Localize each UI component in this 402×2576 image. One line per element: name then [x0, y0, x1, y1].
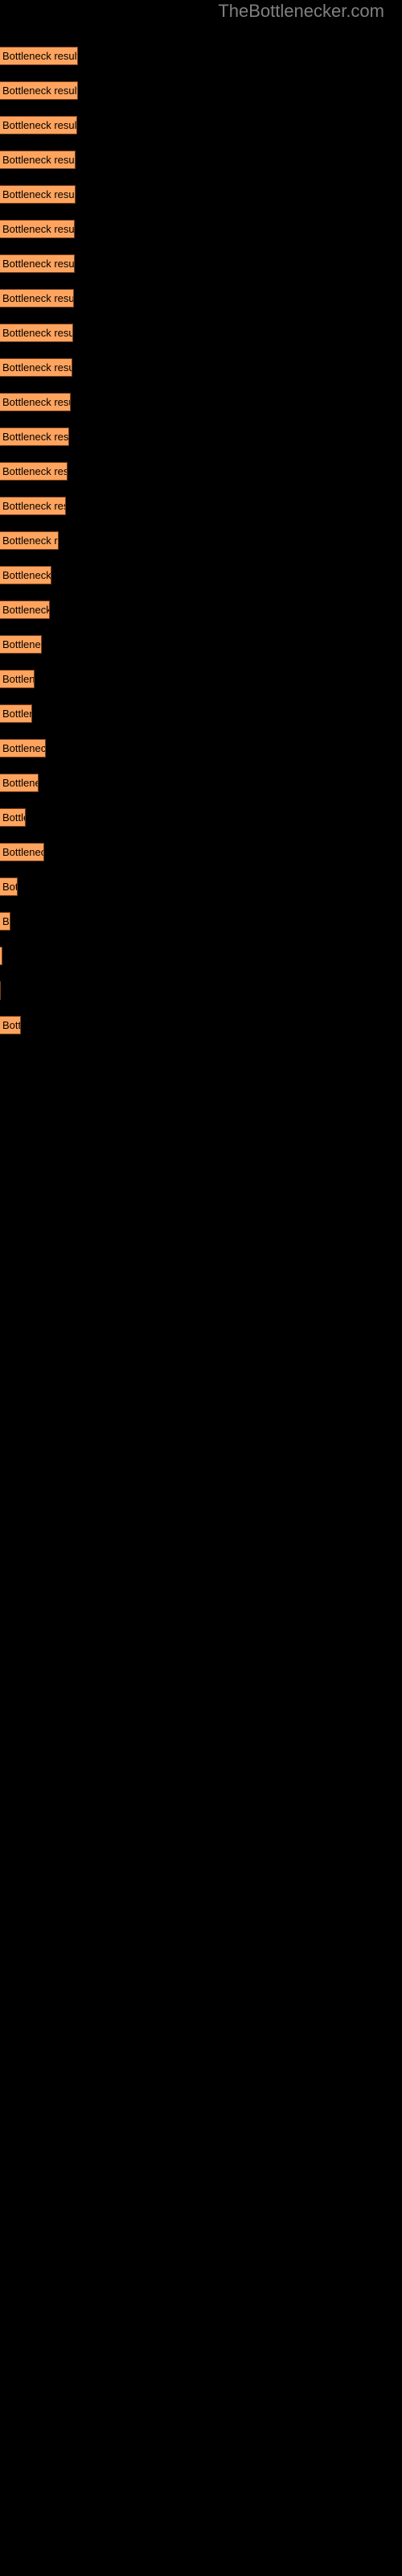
bar-row: Bottleneck result: [0, 947, 402, 965]
bar-label: Bottleneck result: [2, 500, 65, 512]
bar-row: Bottleneck result: [0, 739, 402, 758]
bar-label: Bottleneck result: [2, 292, 74, 304]
bar-row: Bottleneck result: [0, 462, 402, 481]
bar[interactable]: Bottleneck result: [0, 843, 44, 861]
bar-label: Bottleneck result: [2, 188, 76, 200]
bar-label: Bottleneck result: [2, 708, 31, 720]
bar[interactable]: Bottleneck result: [0, 324, 73, 342]
bar[interactable]: Bottleneck result: [0, 462, 68, 481]
bar-label: Bottleneck result: [2, 50, 78, 62]
bar-label: Bottleneck result: [2, 604, 50, 616]
bar-row: Bottleneck result: [0, 220, 402, 238]
bar-row: Bottleneck result: [0, 358, 402, 377]
bar-label: Bottleneck result: [2, 535, 58, 547]
bar[interactable]: Bottleneck result: [0, 670, 35, 688]
bar-row: Bottleneck result: [0, 393, 402, 411]
bar-label: Bottleneck result: [2, 638, 41, 650]
bar-label: Bottleneck result: [2, 258, 75, 270]
bar-row: Bottleneck result: [0, 912, 402, 931]
bar-label: Bottleneck result: [2, 1019, 21, 1031]
bar[interactable]: Bottleneck result: [0, 427, 69, 446]
bar[interactable]: Bottleneck result: [0, 116, 77, 134]
bar[interactable]: Bottleneck result: [0, 635, 42, 654]
bar-row: Bottleneck result: [0, 289, 402, 308]
bar-row: Bottleneck result: [0, 1016, 402, 1034]
bar-row: Bottleneck result: [0, 185, 402, 204]
bar-label: Bottleneck result: [2, 777, 38, 789]
bar[interactable]: Bottleneck result: [0, 220, 75, 238]
bar-row: Bottleneck result: [0, 877, 402, 896]
bar-label: Bottleneck result: [2, 846, 43, 858]
bar-label: Bottleneck result: [2, 154, 76, 166]
bar-label: Bottleneck result: [2, 361, 72, 374]
bar[interactable]: Bottleneck result: [0, 358, 72, 377]
bar-row: Bottleneck result: [0, 566, 402, 584]
bar-row: Bottleneck result: [0, 497, 402, 515]
bar-row: Bottleneck result: [0, 427, 402, 446]
bar-label: Bottleneck result: [2, 811, 25, 824]
bar[interactable]: Bottleneck result: [0, 912, 10, 931]
bar-row: Bottleneck result: [0, 116, 402, 134]
bar[interactable]: Bottleneck result: [0, 947, 2, 965]
bar-row: Bottleneck result: [0, 635, 402, 654]
bar-row: Bottleneck result: [0, 531, 402, 550]
bar[interactable]: Bottleneck result: [0, 393, 71, 411]
bar[interactable]: Bottleneck result: [0, 151, 76, 169]
bar-label: Bottleneck result: [2, 431, 69, 443]
bottleneck-chart-page: TheBottlenecker.com Bottleneck result Bot…: [0, 0, 402, 2576]
bar-label: Bottleneck result: [2, 85, 78, 97]
bar-chart-plot-area: Bottleneck result Bottleneck result Bottle…: [0, 0, 402, 2576]
bar[interactable]: Bottleneck result: [0, 704, 32, 723]
bar[interactable]: Bottleneck result: [0, 739, 46, 758]
bar[interactable]: Bottleneck result: [0, 81, 78, 100]
bar-row: Bottleneck result: [0, 670, 402, 688]
bar-label: Bottleneck result: [2, 119, 77, 131]
bar-row: Bottleneck result: [0, 81, 402, 100]
bar[interactable]: Bottleneck result: [0, 254, 75, 273]
bar-row: Bottleneck result: [0, 843, 402, 861]
bar-row: Bottleneck result: [0, 254, 402, 273]
bar[interactable]: Bottleneck result: [0, 1016, 21, 1034]
bar-row: Bottleneck result: [0, 981, 402, 1000]
bar[interactable]: Bottleneck result: [0, 289, 74, 308]
bar-row: Bottleneck result: [0, 324, 402, 342]
bar[interactable]: Bottleneck result: [0, 877, 18, 896]
bar-label: Bottleneck result: [2, 742, 46, 754]
bar-row: Bottleneck result: [0, 774, 402, 792]
bar[interactable]: Bottleneck result: [0, 47, 78, 65]
bar-row: Bottleneck result: [0, 151, 402, 169]
bar-label: Bottleneck result: [2, 465, 68, 477]
bar-label: Bottleneck result: [2, 327, 73, 339]
bar[interactable]: Bottleneck result: [0, 981, 1, 1000]
bar-row: Bottleneck result: [0, 47, 402, 65]
bar-label: Bottleneck result: [2, 396, 70, 408]
bar-label: Bottleneck result: [2, 915, 10, 927]
bar[interactable]: Bottleneck result: [0, 497, 66, 515]
bar-row: Bottleneck result: [0, 704, 402, 723]
bar-row: Bottleneck result: [0, 601, 402, 619]
bar-label: Bottleneck result: [2, 569, 51, 581]
bar[interactable]: Bottleneck result: [0, 185, 76, 204]
bar-label: Bottleneck result: [2, 881, 17, 893]
bar-label: Bottleneck result: [2, 673, 35, 685]
bar[interactable]: Bottleneck result: [0, 601, 50, 619]
bar[interactable]: Bottleneck result: [0, 808, 26, 827]
bar-row: Bottleneck result: [0, 808, 402, 827]
bar[interactable]: Bottleneck result: [0, 774, 39, 792]
bar[interactable]: Bottleneck result: [0, 531, 59, 550]
bar-label: Bottleneck result: [2, 223, 75, 235]
bar[interactable]: Bottleneck result: [0, 566, 51, 584]
